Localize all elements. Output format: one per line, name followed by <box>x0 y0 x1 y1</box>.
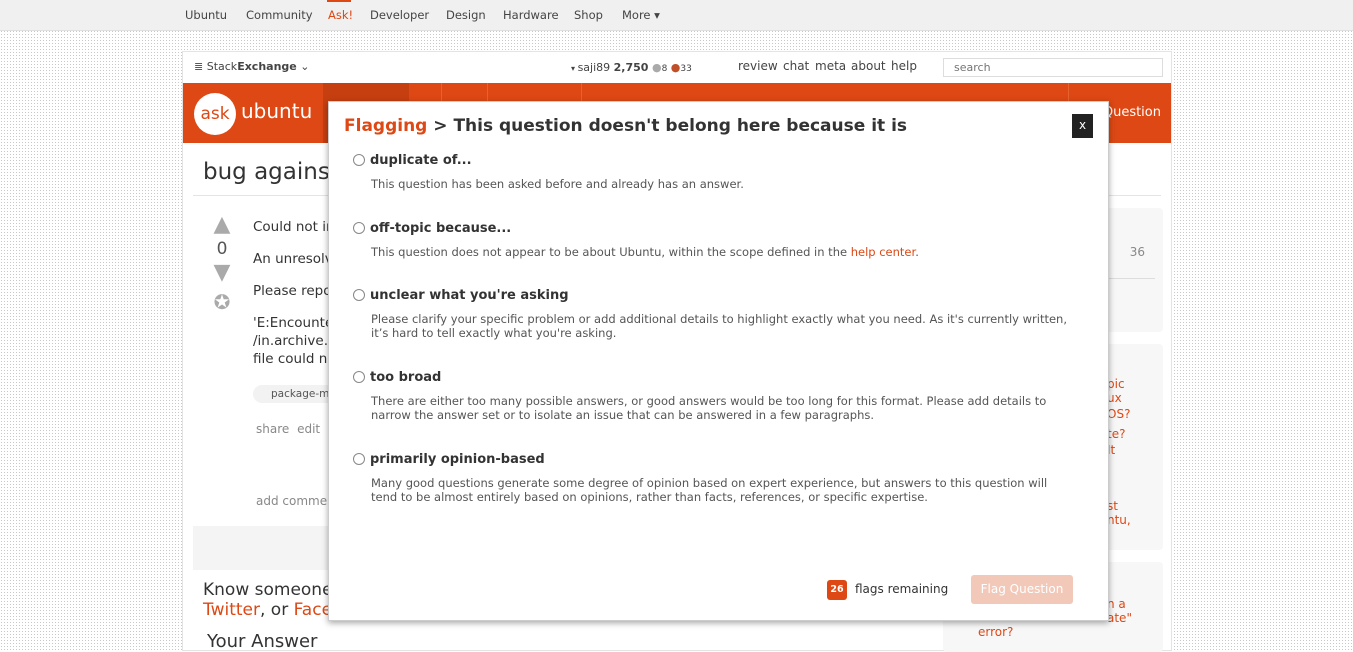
related-link[interactable]: te? It <box>1107 426 1135 458</box>
upvote-icon[interactable]: ▲ <box>209 212 235 237</box>
related-link[interactable]: ate" <box>1107 610 1132 626</box>
ask-question-link[interactable]: Question <box>1103 105 1161 120</box>
nav-ubuntu[interactable]: Ubuntu <box>185 8 227 22</box>
flag-dialog: Flagging > This question doesn't belong … <box>328 101 1109 621</box>
option-label[interactable]: off-topic because... <box>370 221 511 236</box>
logo-ubuntu[interactable]: ubuntu <box>241 99 312 123</box>
facebook-link[interactable]: Face <box>294 600 332 620</box>
link-chat[interactable]: chat <box>783 59 809 73</box>
link-review[interactable]: review <box>738 59 778 73</box>
or-text: , or <box>259 600 294 620</box>
help-center-link[interactable]: help center <box>851 245 915 259</box>
option-description: This question does not appear to be abou… <box>371 245 1071 259</box>
related-link[interactable]: ux OS? <box>1107 390 1135 422</box>
bronze-count: 33 <box>680 64 692 74</box>
option-label[interactable]: duplicate of... <box>370 153 472 168</box>
radio-too-broad[interactable] <box>353 371 365 383</box>
related-link[interactable]: error? <box>978 624 1013 640</box>
question-body-line: file could no <box>253 351 336 367</box>
nav-shop[interactable]: Shop <box>574 8 603 22</box>
active-indicator <box>327 0 351 2</box>
share-text: Know someone <box>203 580 333 600</box>
nav-community[interactable]: Community <box>246 8 313 22</box>
flagging-link[interactable]: Flagging <box>344 116 427 136</box>
stackexchange-menu[interactable]: ≣ StackExchange ⌄ <box>194 60 309 73</box>
option-description: This question has been asked before and … <box>371 177 744 191</box>
nav-ask[interactable]: Ask! <box>328 8 353 22</box>
option-description: There are either too many possible answe… <box>371 394 1047 422</box>
option-label[interactable]: unclear what you're asking <box>370 288 569 303</box>
bronze-badge-icon: ● <box>670 61 681 74</box>
radio-duplicate[interactable] <box>353 154 365 166</box>
option-description: Please clarify your specific problem or … <box>371 312 1067 340</box>
radio-off-topic[interactable] <box>353 222 365 234</box>
nav-hardware[interactable]: Hardware <box>503 8 559 22</box>
reputation: 2,750 <box>613 61 649 74</box>
option-description: Many good questions generate some degree… <box>371 476 1048 504</box>
flag-question-button[interactable]: Flag Question <box>971 575 1073 604</box>
flags-remaining-label: flags remaining <box>855 582 949 596</box>
logo-ask[interactable]: ask <box>194 93 236 135</box>
question-body-line: 'E:Encounte <box>253 315 334 331</box>
description-text: This question does not appear to be abou… <box>371 245 851 259</box>
radio-unclear[interactable] <box>353 289 365 301</box>
dialog-title-text: > This question doesn't belong here beca… <box>427 116 908 136</box>
stackexchange-bar: ≣ StackExchange ⌄ ▾ saji89 2,750 ●8 ●33 … <box>183 52 1171 83</box>
nav-design[interactable]: Design <box>446 8 486 22</box>
flags-count-badge: 26 <box>827 580 847 600</box>
share-prompt: Know someone Twitter, or Face <box>203 580 333 620</box>
menu-icon: ≣ <box>194 60 207 73</box>
ubuntu-top-nav: Ubuntu Community Ask! Developer Design H… <box>0 0 1353 31</box>
favorite-star-icon[interactable]: ✪ <box>209 290 235 314</box>
post-actions[interactable]: share edit fl <box>256 422 336 436</box>
brand-prefix: Stack <box>206 60 238 73</box>
user-info[interactable]: ▾ saji89 2,750 ●8 ●33 <box>571 61 692 74</box>
add-comment-link[interactable]: add comment <box>256 494 339 508</box>
silver-count: 8 <box>661 64 668 74</box>
vote-count: 0 <box>216 239 228 259</box>
link-help[interactable]: help <box>891 59 917 73</box>
username: saji89 <box>577 61 611 74</box>
option-label[interactable]: too broad <box>370 370 441 385</box>
question-body-line: Could not in <box>253 219 335 235</box>
twitter-link[interactable]: Twitter <box>203 600 260 620</box>
dialog-title: Flagging > This question doesn't belong … <box>344 116 907 136</box>
link-meta[interactable]: meta <box>815 59 846 73</box>
radio-opinion-based[interactable] <box>353 453 365 465</box>
nav-developer[interactable]: Developer <box>370 8 429 22</box>
description-end: . <box>915 245 919 259</box>
stat-value: 36 <box>1129 245 1145 259</box>
link-about[interactable]: about <box>851 59 886 73</box>
downvote-icon[interactable]: ▼ <box>209 260 235 285</box>
search-input[interactable] <box>943 58 1163 77</box>
question-body-line: /in.archive.u <box>253 333 337 349</box>
option-label[interactable]: primarily opinion-based <box>370 452 545 467</box>
your-answer-heading: Your Answer <box>207 631 318 652</box>
related-link[interactable]: ntu, <box>1107 512 1135 528</box>
brand-bold: Exchange <box>237 60 297 73</box>
silver-badge-icon: ● <box>651 61 662 74</box>
close-button[interactable]: x <box>1072 114 1093 138</box>
chevron-down-icon: ⌄ <box>300 60 310 73</box>
question-title[interactable]: bug against <box>203 159 339 185</box>
question-body-line: Please repo <box>253 283 332 299</box>
nav-more[interactable]: More ▾ <box>622 8 660 22</box>
